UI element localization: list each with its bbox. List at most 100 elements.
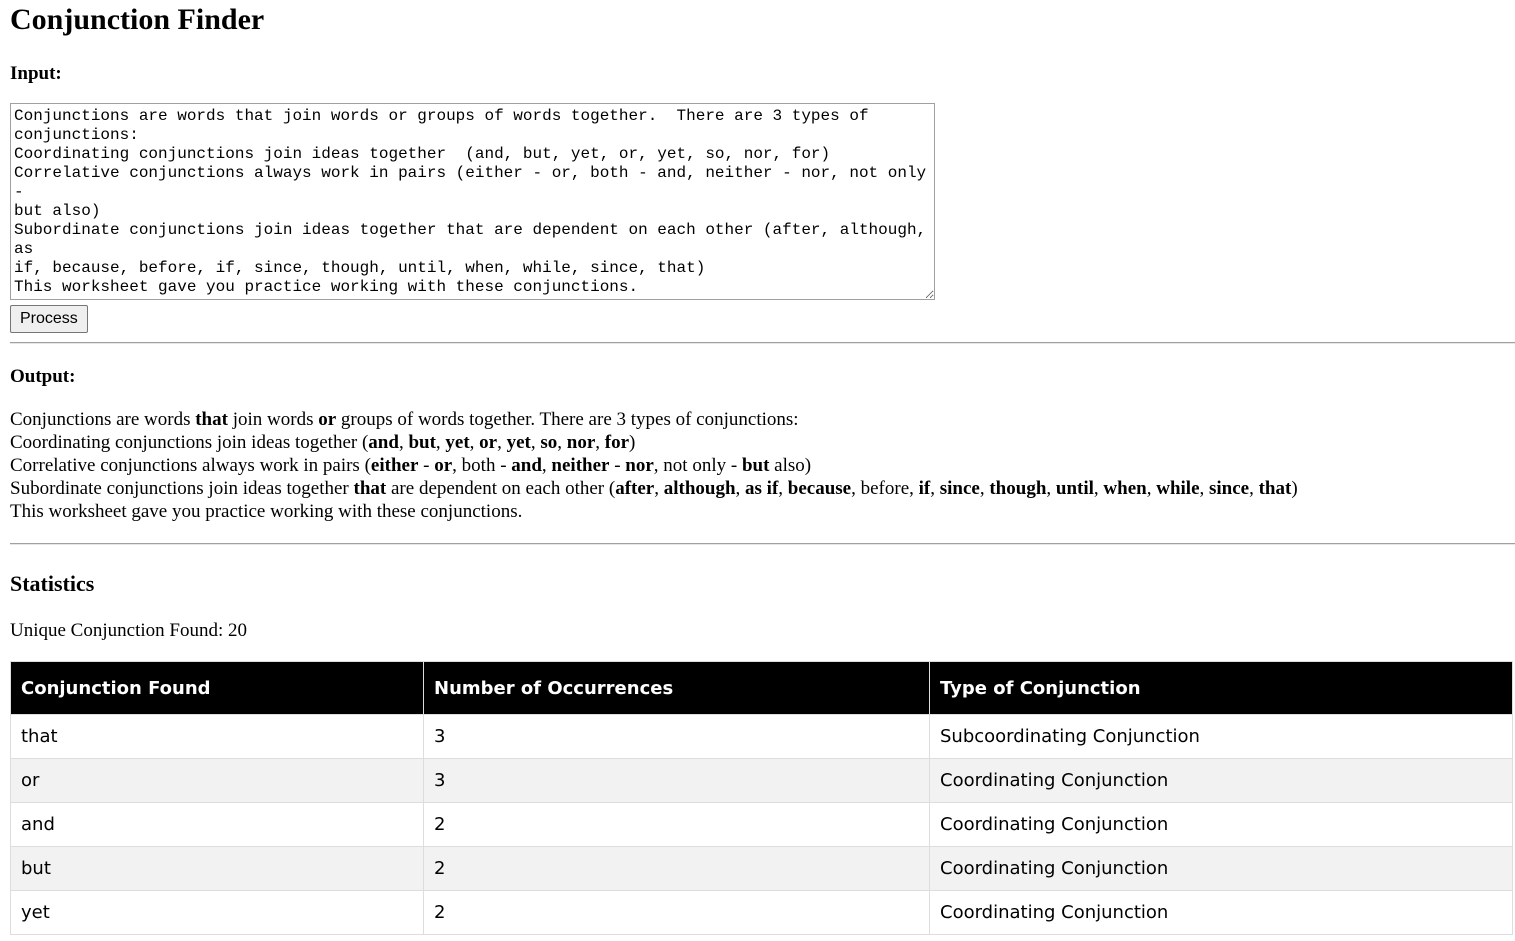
output-segment: ,: [398, 432, 409, 453]
unique-count-value: 20: [227, 620, 247, 641]
conjunction-highlight: for: [604, 432, 630, 453]
output-segment: Subordinate conjunctions join ideas toge…: [10, 478, 354, 499]
cell-occurrences: 3: [423, 714, 930, 759]
table-row: but 2 Coordinating Conjunction: [10, 846, 1513, 891]
output-segment: ,: [1046, 478, 1056, 499]
table-row: that 3 Subcoordinating Conjunction: [10, 714, 1513, 759]
output-segment: ,: [557, 432, 567, 453]
output-segment: ,: [541, 455, 552, 476]
conjunction-highlight: since: [1209, 478, 1250, 499]
cell-conjunction: and: [10, 802, 424, 847]
output-segment: are dependent on each other (: [386, 478, 616, 499]
output-line: This worksheet gave you practice working…: [10, 500, 1505, 523]
cell-type: Coordinating Conjunction: [929, 758, 1513, 803]
output-segment: ,: [735, 478, 746, 499]
output-segment: ): [1291, 478, 1298, 499]
conjunction-highlight: and: [368, 432, 399, 453]
table-row: and 2 Coordinating Conjunction: [10, 802, 1513, 847]
conjunction-highlight: when: [1103, 478, 1147, 499]
conjunction-highlight: because: [787, 478, 852, 499]
output-segment: ,: [530, 432, 541, 453]
output-segment: ,: [979, 478, 990, 499]
output-segment: , before,: [851, 478, 919, 499]
input-textarea[interactable]: [10, 103, 935, 300]
output-text: Conjunctions are words that join words o…: [10, 408, 1505, 523]
conjunction-highlight: that: [1258, 478, 1292, 499]
unique-count-label: Unique Conjunction Found:: [10, 620, 228, 641]
output-segment: ,: [469, 432, 480, 453]
output-heading: Output:: [10, 366, 76, 387]
output-segment: ,: [930, 478, 940, 499]
cell-type: Coordinating Conjunction: [929, 802, 1513, 847]
output-segment: , both -: [452, 455, 512, 476]
output-segment: ,: [1146, 478, 1157, 499]
cell-occurrences: 3: [423, 758, 930, 803]
conjunction-highlight: so: [540, 432, 558, 453]
process-button[interactable]: Process: [10, 305, 88, 333]
output-line: Coordinating conjunctions join ideas tog…: [10, 431, 1505, 454]
conjunction-table: Conjunction Found Number of Occurrences …: [10, 661, 1513, 935]
conjunction-highlight: until: [1055, 478, 1094, 499]
table-row: or 3 Coordinating Conjunction: [10, 758, 1513, 803]
conjunction-highlight: or: [434, 455, 453, 476]
output-segment: groups of words together. There are 3 ty…: [336, 409, 799, 430]
cell-conjunction: or: [10, 758, 424, 803]
unique-count-line: Unique Conjunction Found: 20: [10, 619, 1505, 642]
output-segment: ,: [1093, 478, 1104, 499]
output-segment: -: [609, 455, 626, 476]
output-segment: Correlative conjunctions always work in …: [10, 455, 371, 476]
divider-bottom: [10, 543, 1515, 545]
conjunction-highlight: neither: [551, 455, 610, 476]
conjunction-highlight: though: [989, 478, 1047, 499]
output-segment: -: [418, 455, 435, 476]
table-header-row: Conjunction Found Number of Occurrences …: [10, 661, 1513, 715]
col-header-type: Type of Conjunction: [929, 661, 1513, 715]
output-line: Conjunctions are words that join words o…: [10, 408, 1505, 431]
cell-occurrences: 2: [423, 802, 930, 847]
conjunction-highlight: yet: [506, 432, 531, 453]
divider-top: [10, 342, 1515, 344]
conjunction-highlight: since: [939, 478, 980, 499]
input-heading: Input:: [10, 63, 62, 84]
output-line: Subordinate conjunctions join ideas toge…: [10, 477, 1505, 500]
conjunction-highlight: while: [1156, 478, 1200, 499]
cell-conjunction: that: [10, 714, 424, 759]
output-segment: Conjunctions are words: [10, 409, 196, 430]
cell-type: Coordinating Conjunction: [929, 890, 1513, 935]
page: Conjunction Finder Input: Process Output…: [0, 2, 1515, 935]
conjunction-highlight: or: [318, 409, 337, 430]
conjunction-highlight: after: [615, 478, 655, 499]
conjunction-highlight: or: [479, 432, 498, 453]
conjunction-highlight: that: [353, 478, 387, 499]
output-segment: join words: [227, 409, 319, 430]
output-segment: This worksheet gave you practice working…: [10, 501, 523, 522]
output-segment: Coordinating conjunctions join ideas tog…: [10, 432, 369, 453]
conjunction-highlight: either: [370, 455, 419, 476]
conjunction-highlight: yet: [445, 432, 470, 453]
conjunction-highlight: but: [741, 455, 770, 476]
output-segment: ,: [778, 478, 788, 499]
conjunction-highlight: nor: [566, 432, 596, 453]
conjunction-highlight: if: [918, 478, 931, 499]
conjunction-highlight: that: [195, 409, 228, 430]
page-title: Conjunction Finder: [10, 3, 265, 36]
output-segment: , not only -: [653, 455, 742, 476]
col-header-occurrences: Number of Occurrences: [423, 661, 930, 715]
cell-occurrences: 2: [423, 846, 930, 891]
cell-conjunction: but: [10, 846, 424, 891]
statistics-heading: Statistics: [10, 571, 95, 596]
output-line: Correlative conjunctions always work in …: [10, 454, 1505, 477]
cell-conjunction: yet: [10, 890, 424, 935]
col-header-conjunction: Conjunction Found: [10, 661, 424, 715]
conjunction-highlight: and: [511, 455, 542, 476]
cell-type: Subcoordinating Conjunction: [929, 714, 1513, 759]
output-segment: ,: [1199, 478, 1209, 499]
output-segment: ,: [1249, 478, 1259, 499]
output-segment: ,: [654, 478, 664, 499]
conjunction-highlight: as if: [745, 478, 779, 499]
output-segment: ,: [595, 432, 605, 453]
cell-occurrences: 2: [423, 890, 930, 935]
output-segment: ): [629, 432, 636, 453]
conjunction-highlight: but: [408, 432, 436, 453]
output-segment: ,: [497, 432, 507, 453]
